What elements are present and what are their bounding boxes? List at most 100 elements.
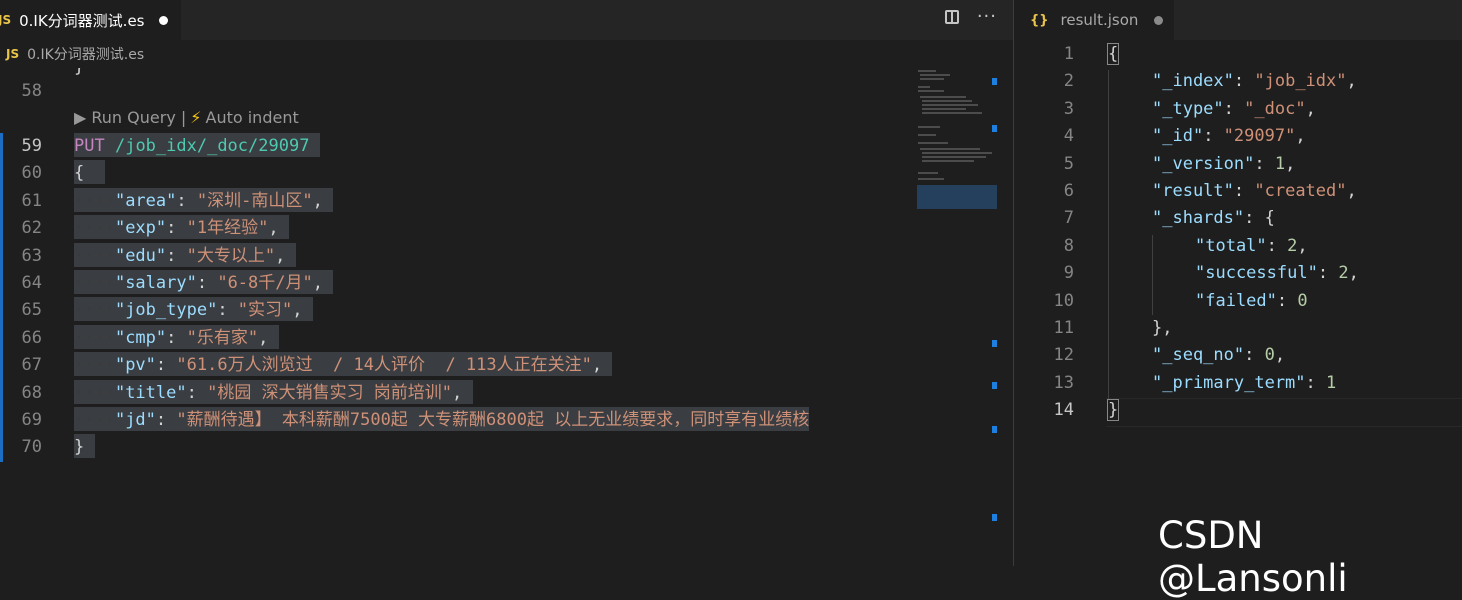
- more-actions-icon[interactable]: ···: [977, 8, 997, 26]
- editor-line: 61 ····"area": "深圳-南山区",: [0, 187, 910, 216]
- editor-line: 1 {: [1014, 41, 1462, 68]
- editor-line: 7 "_shards": {: [1014, 205, 1462, 232]
- lightning-icon: ⚡: [190, 108, 202, 127]
- auto-indent-link[interactable]: Auto indent: [206, 108, 299, 127]
- json-value: "桃园 深大销售实习 岗前培训": [207, 382, 453, 403]
- close-brace: }: [1106, 399, 1120, 422]
- tab-result-json-label: result.json: [1060, 11, 1139, 29]
- unsaved-dot-icon[interactable]: [1154, 15, 1164, 25]
- js-file-icon: JS: [0, 13, 12, 27]
- code-editor-right[interactable]: 1 { 2 "_index": "job_idx", 3 "_type": "_…: [1014, 40, 1462, 566]
- line-number: 13: [1053, 372, 1074, 393]
- editor-line: 60 {: [0, 160, 910, 188]
- json-key: "job_type": [114, 300, 218, 321]
- line-number: 2: [1063, 71, 1074, 92]
- line-number: 61: [21, 190, 42, 211]
- line-number: 64: [21, 273, 42, 293]
- editor-line: 2 "_index": "job_idx",: [1014, 68, 1462, 95]
- http-method: PUT: [74, 136, 105, 156]
- line-number: 60: [21, 163, 42, 184]
- scroll-marker: [992, 382, 997, 389]
- json-file-icon: {}: [1030, 12, 1049, 28]
- editor-line: 8 "total": 2,: [1014, 233, 1462, 260]
- js-file-icon: JS: [6, 47, 20, 61]
- right-tab-bar: {} result.json: [1014, 0, 1462, 40]
- line-number: 10: [1053, 290, 1074, 311]
- scroll-marker: [992, 125, 997, 132]
- editor-line: 9 "successful": 2,: [1014, 260, 1462, 287]
- editor-actions: ···: [944, 8, 997, 26]
- editor-line: 3 "_type": "_doc",: [1014, 96, 1462, 123]
- json-value: "乐有家": [186, 327, 259, 348]
- line-number: 4: [1063, 126, 1074, 147]
- scroll-marker: [992, 340, 997, 347]
- json-key: "jd": [114, 410, 156, 430]
- line-number: 9: [1063, 263, 1074, 284]
- json-key: "title": [114, 382, 187, 403]
- line-number: 62: [21, 218, 42, 239]
- editor-line: 13 "_primary_term": 1: [1014, 370, 1462, 397]
- editor-line: 4 "_id": "29097",: [1014, 123, 1462, 150]
- editor-line: 12 "_seq_no": 0,: [1014, 342, 1462, 369]
- line-number: 67: [21, 355, 42, 376]
- minimap[interactable]: [910, 68, 1010, 566]
- tab-ik-es-label: 0.IK分词器测试.es: [19, 11, 145, 30]
- json-key: "pv": [114, 355, 156, 376]
- line-number: 7: [1063, 208, 1074, 229]
- split-editor-icon[interactable]: [944, 10, 959, 24]
- json-value: "实习": [237, 300, 293, 321]
- editor-line: 14 }: [1014, 397, 1462, 424]
- codelens: ▶ Run Query | ⚡ Auto indent: [74, 108, 299, 127]
- editor-line: 64 ····"salary": "6-8千/月",: [0, 270, 910, 298]
- breadcrumb-file[interactable]: 0.IK分词器测试.es: [27, 44, 144, 64]
- line-number: 70: [21, 437, 42, 458]
- close-brace: }: [74, 437, 85, 458]
- unsaved-dot-icon[interactable]: [158, 15, 168, 25]
- json-value: "6-8千/月": [217, 273, 313, 293]
- editor-line: 68 ····"title": "桃园 深大销售实习 岗前培训",: [0, 379, 910, 407]
- json-key: "salary": [114, 273, 197, 293]
- line-number: 66: [21, 327, 42, 348]
- editor-line: 59 PUT /job_idx/_doc/29097: [0, 133, 910, 161]
- line-number: 6: [1063, 181, 1074, 201]
- run-query-link[interactable]: ▶ Run Query |: [74, 108, 186, 127]
- json-value: "深圳-南山区": [196, 190, 313, 211]
- line-number: 8: [1063, 235, 1074, 256]
- line-number: 12: [1053, 345, 1074, 366]
- json-key: "area": [114, 190, 177, 211]
- line-number: 69: [21, 410, 42, 430]
- scroll-marker: [992, 426, 997, 433]
- line-number: 5: [1063, 153, 1074, 174]
- json-value: "薪酬待遇】 本科薪酬7500起 大专薪酬6800起 以上无业绩要求，同时享有业…: [176, 410, 810, 430]
- line-number: 68: [21, 382, 42, 403]
- minimap-slider[interactable]: [917, 185, 997, 209]
- editor-line: 67 ····"pv": "61.6万人浏览过 / 14人评价 / 113人正在…: [0, 352, 910, 380]
- line-number: 11: [1053, 318, 1074, 338]
- request-path: /job_idx/_doc/29097: [114, 136, 310, 156]
- line-number: 65: [21, 300, 42, 321]
- breadcrumb: JS 0.IK分词器测试.es: [0, 40, 1013, 68]
- scroll-marker: [992, 514, 997, 521]
- code-editor-left[interactable]: } 58 ▶ Run Query | ⚡ Auto indent 59 PUT …: [0, 68, 910, 566]
- editor-line: 6 "result": "created",: [1014, 178, 1462, 205]
- right-editor-group: {} result.json 1 { 2 "_index": "job_idx"…: [1014, 0, 1462, 566]
- open-brace: {: [74, 163, 85, 184]
- tab-result-json[interactable]: {} result.json: [1014, 0, 1174, 40]
- tab-ik-es[interactable]: JS 0.IK分词器测试.es: [0, 0, 181, 40]
- line-number: 58: [21, 81, 42, 101]
- editor-line: 11 },: [1014, 315, 1462, 342]
- editor-line: 66 ····"cmp": "乐有家",: [0, 324, 910, 353]
- json-value: "大专以上": [186, 245, 276, 266]
- line-number: 63: [21, 245, 42, 266]
- editor-line: 5 "_version": 1,: [1014, 151, 1462, 178]
- json-key: "edu": [114, 245, 167, 266]
- editor-line: 58: [0, 78, 910, 105]
- json-key: "cmp": [114, 327, 167, 348]
- left-editor-group: JS 0.IK分词器测试.es ··· JS 0.IK分词器测试.es } 58…: [0, 0, 1013, 566]
- watermark: CSDN @Lansonli: [1158, 514, 1348, 600]
- line-number: 14: [1053, 400, 1074, 421]
- open-brace: {: [1106, 43, 1120, 65]
- editor-line: 63 ····"edu": "大专以上",: [0, 242, 910, 270]
- editor-line: 69 ····"jd": "薪酬待遇】 本科薪酬7500起 大专薪酬6800起 …: [0, 407, 910, 435]
- line-number: 3: [1063, 98, 1074, 119]
